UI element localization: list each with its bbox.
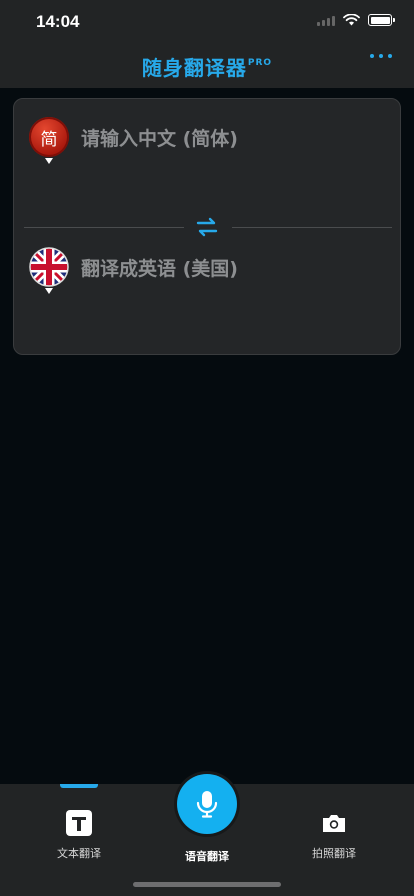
divider (24, 227, 184, 228)
target-language-label: 翻译成英语 (美国) (81, 257, 238, 280)
cellular-signal-icon (317, 14, 335, 26)
target-language-selector[interactable]: 翻译成英语 (美国) (29, 247, 238, 294)
pro-badge: PRO (247, 58, 273, 69)
tab-text-translation[interactable]: 文本翻译 (24, 784, 134, 861)
chinese-badge-char: 简 (40, 129, 58, 150)
translation-card: 简 请输入中文 (简体) 翻译成英语 (美国) (13, 98, 401, 355)
active-tab-indicator (60, 784, 98, 788)
divider (232, 227, 392, 228)
uk-flag-icon (29, 247, 69, 294)
source-language-input[interactable]: 简 请输入中文 (简体) (29, 117, 238, 164)
tab-photo-label: 拍照翻译 (312, 847, 356, 860)
text-t-icon (66, 810, 92, 836)
status-icons (317, 14, 395, 26)
pin-pointer-icon (45, 158, 53, 164)
tab-text-label: 文本翻译 (57, 847, 101, 860)
app-title: 随身翻译器PRO (0, 52, 414, 81)
voice-translation-button[interactable] (177, 774, 237, 834)
tab-photo-translation[interactable]: 拍照翻译 (279, 784, 389, 861)
more-dot-icon (388, 54, 392, 58)
more-menu-button[interactable] (370, 54, 392, 58)
top-bar: 14:04 随身翻译器PRO (0, 0, 414, 88)
tab-voice-label: 语音翻译 (185, 850, 229, 863)
voice-button-ring (174, 771, 240, 837)
chinese-flag-icon: 简 (29, 117, 69, 164)
more-dot-icon (370, 54, 374, 58)
more-dot-icon (379, 54, 383, 58)
wifi-icon (343, 14, 360, 26)
home-indicator[interactable] (133, 882, 281, 887)
camera-icon (323, 815, 345, 832)
app-title-text: 随身翻译器 (141, 56, 247, 80)
swap-languages-icon[interactable] (194, 214, 220, 240)
microphone-icon (196, 791, 218, 818)
source-language-label: 请输入中文 (简体) (81, 127, 238, 150)
status-time: 14:04 (36, 12, 80, 31)
pin-pointer-icon (45, 288, 53, 294)
battery-icon (368, 14, 395, 26)
